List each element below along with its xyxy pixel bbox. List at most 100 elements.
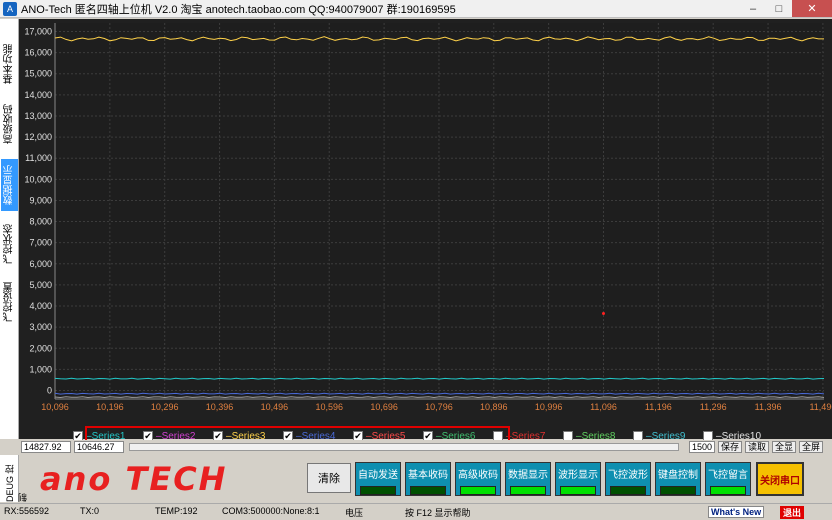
- tab-data-display[interactable]: 数据显示: [1, 159, 18, 211]
- y-tick-label: 1,000: [29, 364, 52, 374]
- status-indicator: [410, 486, 446, 495]
- range-bar: 14827.92 10646.27 1500 保存 读取 全显 全屏: [19, 440, 832, 454]
- status-indicator: [360, 486, 396, 495]
- func-button-label: 数据显示: [508, 470, 548, 481]
- y-tick-label: 12,000: [24, 132, 52, 142]
- tab-label: 数据显示: [4, 165, 15, 205]
- y-tick-label: 6,000: [29, 259, 52, 269]
- y-tick-label: 16,000: [24, 48, 52, 58]
- x-tick-label: 10,796: [425, 402, 453, 412]
- voltage-readout: 电压: [345, 508, 364, 518]
- func-button-4[interactable]: 波形显示: [555, 462, 601, 496]
- debug-tab-label: DEUG 控制: [5, 464, 28, 502]
- status-indicator: [660, 486, 696, 495]
- func-button-3[interactable]: 数据显示: [505, 462, 551, 496]
- x-tick-label: 10,296: [151, 402, 179, 412]
- x-tick-label: 11,096: [590, 402, 617, 412]
- func-button-label: 自动发送: [358, 470, 398, 481]
- fullscreen-button[interactable]: 全屏: [799, 441, 824, 453]
- status-indicator: [560, 486, 596, 495]
- range-start-field[interactable]: 14827.92: [21, 441, 71, 453]
- close-button[interactable]: ✕: [792, 0, 832, 17]
- waveform-plot[interactable]: 17,000 16,000 15,000 14,000 13,000 12,000 11,0…: [19, 19, 832, 455]
- y-tick-label: 9,000: [29, 195, 52, 205]
- waveform-chart: 17,000 16,000 15,000 14,000 13,000 12,000 11,0…: [24, 23, 832, 412]
- status-bar: RX:556592 TX:0 TEMP:192 COM3:500000:None…: [0, 503, 832, 520]
- x-tick-label: 10,196: [96, 402, 124, 412]
- ano-tech-logo: ano TECH: [40, 460, 228, 498]
- read-button[interactable]: 读取: [745, 441, 770, 453]
- func-button-label: 高级收码: [458, 470, 498, 481]
- y-tick-label: 7,000: [29, 238, 52, 248]
- window-title: ANO-Tech 匿名四轴上位机 V2.0 淘宝 anotech.taobao.…: [21, 3, 456, 16]
- save-button[interactable]: 保存: [718, 441, 743, 453]
- x-tick-label: 11,396: [755, 402, 782, 412]
- tab-label: 飞控状态: [4, 224, 15, 264]
- title-bar: A ANO-Tech 匿名四轴上位机 V2.0 淘宝 anotech.taoba…: [0, 0, 832, 18]
- debug-tab[interactable]: DEUG 控制: [0, 455, 28, 502]
- close-port-button[interactable]: 关闭串口: [756, 462, 804, 496]
- func-button-label: 波形显示: [558, 470, 598, 481]
- y-tick-label: 0: [47, 386, 52, 396]
- x-tick-label: 11,496: [809, 402, 832, 412]
- com-port-info: COM3:500000:None:8:1: [222, 506, 320, 516]
- func-button-1[interactable]: 基本收码: [405, 462, 451, 496]
- x-tick-label: 10,696: [370, 402, 398, 412]
- status-indicator: [610, 486, 646, 495]
- y-tick-label: 4,000: [29, 301, 52, 311]
- tab-advanced-receive[interactable]: 高级收码: [1, 99, 18, 149]
- x-tick-label: 10,596: [315, 402, 343, 412]
- y-tick-label: 8,000: [29, 217, 52, 227]
- func-button-5[interactable]: 飞控波形: [605, 462, 651, 496]
- x-tick-label: 11,196: [645, 402, 672, 412]
- whats-new-button[interactable]: What's New: [708, 506, 765, 518]
- y-tick-label: 14,000: [24, 90, 52, 100]
- func-button-0[interactable]: 自动发送: [355, 462, 401, 496]
- tx-count: TX:0: [80, 506, 100, 516]
- maximize-button[interactable]: □: [766, 0, 792, 17]
- exit-button[interactable]: 退出: [780, 506, 805, 519]
- func-button-7[interactable]: 飞控留言: [705, 462, 751, 496]
- status-indicator: [510, 486, 546, 495]
- point-count-field[interactable]: 1500: [689, 441, 715, 453]
- tab-label: 基本功能: [4, 44, 15, 84]
- y-tick-label: 11,000: [25, 153, 52, 163]
- side-tab-bar: 基本功能 高级收码 数据显示 飞控状态 飞控设置: [0, 19, 19, 439]
- y-tick-label: 10,000: [24, 174, 52, 184]
- func-button-6[interactable]: 键盘控制: [655, 462, 701, 496]
- func-button-label: 飞控波形: [608, 470, 648, 481]
- outlier-point: [602, 311, 606, 315]
- range-end-field[interactable]: 10646.27: [74, 441, 124, 453]
- x-tick-label: 10,096: [41, 402, 69, 412]
- plot-area: [55, 23, 824, 399]
- y-tick-label: 13,000: [24, 111, 52, 121]
- y-tick-label: 5,000: [29, 280, 52, 290]
- x-tick-label: 10,496: [261, 402, 289, 412]
- y-tick-label: 2,000: [29, 343, 52, 353]
- help-hint: 按 F12 显示帮助: [405, 508, 471, 518]
- y-tick-label: 3,000: [29, 322, 52, 332]
- status-indicator: [710, 486, 746, 495]
- tab-basic-functions[interactable]: 基本功能: [1, 39, 18, 89]
- y-tick-label: 17,000: [24, 26, 52, 36]
- fit-button[interactable]: 全显: [772, 441, 797, 453]
- x-tick-label: 11,296: [700, 402, 727, 412]
- range-scrollbar[interactable]: [129, 443, 679, 451]
- rx-count: RX:556592: [4, 506, 50, 516]
- x-tick-label: 10,396: [206, 402, 234, 412]
- x-tick-label: 10,896: [480, 402, 508, 412]
- clear-button[interactable]: 清除: [307, 463, 351, 493]
- func-button-label: 基本收码: [408, 470, 448, 481]
- y-tick-label: 15,000: [24, 69, 52, 79]
- app-icon: A: [3, 1, 17, 16]
- tab-label: 高级收码: [4, 104, 15, 144]
- temp-readout: TEMP:192: [155, 506, 198, 516]
- func-button-2[interactable]: 高级收码: [455, 462, 501, 496]
- tab-flight-status[interactable]: 飞控状态: [1, 219, 18, 269]
- tab-label: 飞控设置: [4, 282, 15, 322]
- tab-flight-settings[interactable]: 飞控设置: [1, 277, 18, 327]
- minimize-button[interactable]: –: [740, 0, 766, 17]
- func-button-label: 键盘控制: [658, 470, 698, 481]
- x-tick-label: 10,996: [535, 402, 563, 412]
- func-button-label: 飞控留言: [708, 470, 748, 481]
